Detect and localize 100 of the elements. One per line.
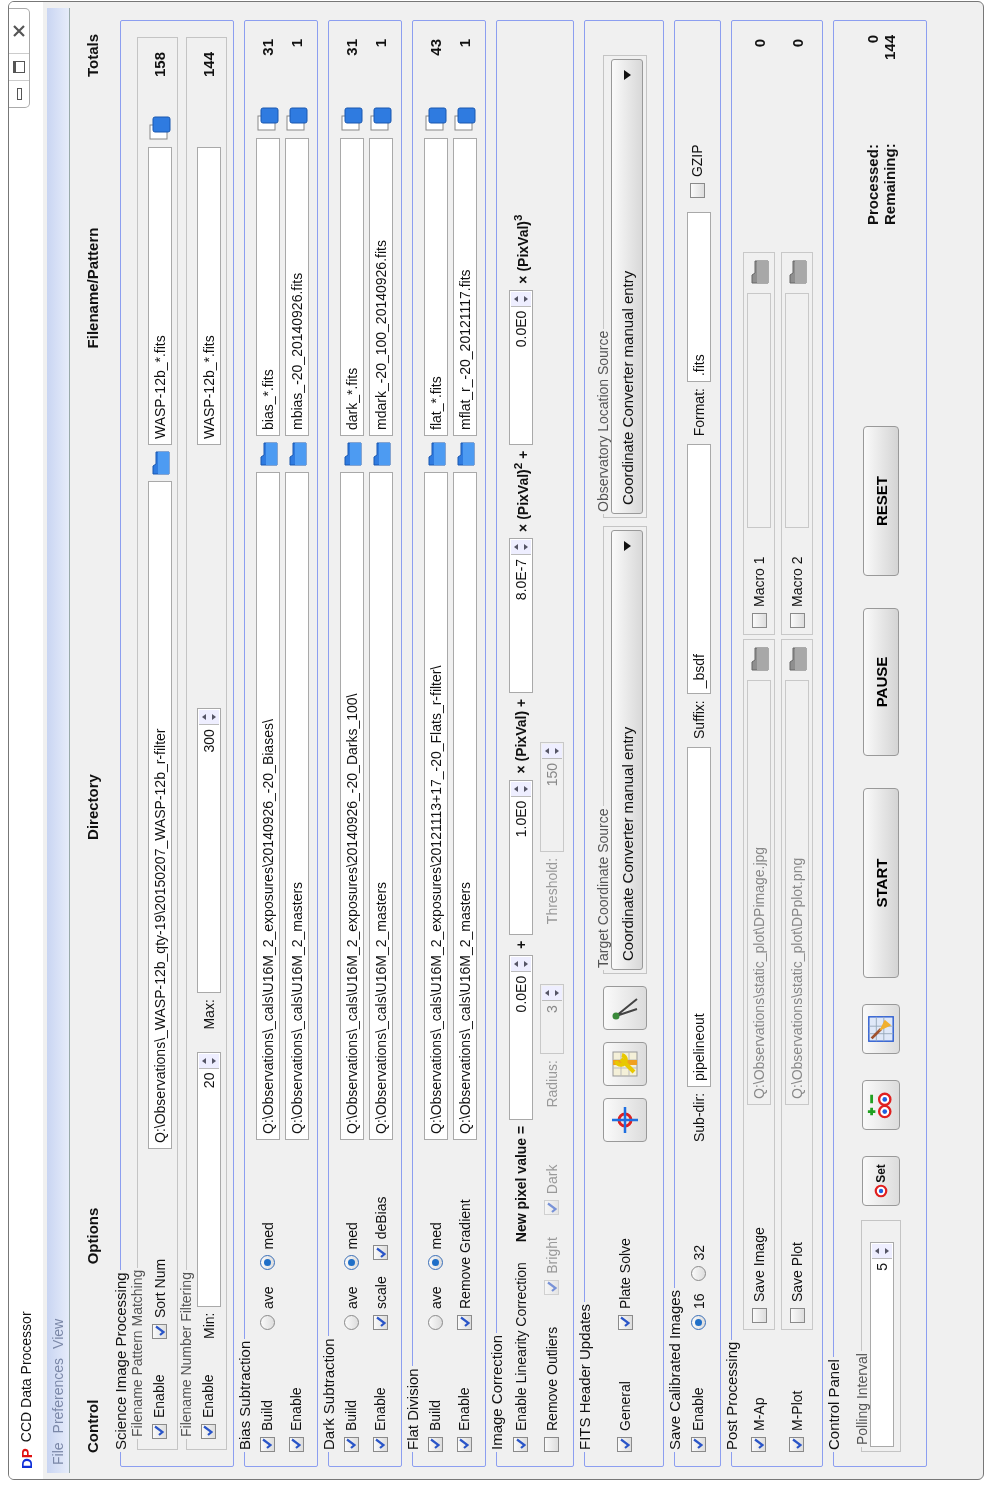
- text-field[interactable]: [785, 293, 809, 528]
- stat-value: 144: [881, 35, 898, 61]
- text-field[interactable]: Q:\Observations\_cals\U16M_2_exposures\20140926_-20_Biases\: [255, 472, 280, 1140]
- check-icon: [458, 1438, 470, 1451]
- checkbox[interactable]: M-Plot: [788, 1390, 805, 1452]
- action-button[interactable]: PAUSE: [863, 608, 899, 756]
- files-icon[interactable]: [423, 106, 448, 132]
- stat-label: Processed:: [864, 144, 881, 225]
- spinner-field[interactable]: 20: [196, 1051, 221, 1307]
- column-header: Filename/Pattern: [83, 226, 101, 351]
- dropdown[interactable]: Coordinate Converter manual entry: [611, 59, 643, 514]
- radio-button[interactable]: 32: [690, 1244, 707, 1282]
- checkbox[interactable]: Save Plot: [789, 1113, 805, 1323]
- text-field[interactable]: .fits: [686, 212, 711, 383]
- text-field[interactable]: Q:\Observations\_WASP-12b_qty-19\20150207_WASP-12b_r-filter: [147, 481, 172, 1149]
- checkbox[interactable]: M-Ap: [750, 1397, 767, 1452]
- section-title: Image Correction: [488, 1333, 505, 1452]
- text-field[interactable]: Q:\Observations\_cals\U16M_2_masters: [284, 472, 309, 1140]
- text-field[interactable]: mbias_-20_20140926.fits: [284, 138, 309, 436]
- group-title: Target Coordinate Source: [595, 807, 611, 970]
- check-icon: [374, 1316, 387, 1329]
- text-field[interactable]: WASP-12b_*.fits: [147, 147, 172, 445]
- text-field[interactable]: pipelineout: [686, 746, 711, 1087]
- files-icon[interactable]: [147, 115, 172, 141]
- tool-button[interactable]: [603, 986, 647, 1030]
- text-field[interactable]: _bsdf: [686, 444, 711, 695]
- checkbox[interactable]: Build: [259, 1399, 275, 1452]
- checkbox[interactable]: Sort Num: [151, 1258, 168, 1339]
- spinner-field[interactable]: 8.0E-7: [508, 537, 533, 693]
- radio-button[interactable]: ave: [343, 1286, 360, 1330]
- checkbox[interactable]: Enable: [456, 1387, 472, 1452]
- files-icon[interactable]: [452, 106, 477, 132]
- checkbox[interactable]: General: [616, 1381, 633, 1452]
- section-title: Dark Subtraction: [320, 1337, 337, 1452]
- total-count: 1: [372, 38, 389, 50]
- tool-button[interactable]: Set: [862, 1156, 900, 1206]
- field-label: Radius:: [543, 1060, 560, 1108]
- checkbox[interactable]: Enable: [151, 1374, 167, 1439]
- radio-button[interactable]: med: [343, 1222, 360, 1271]
- checkbox[interactable]: deBias: [372, 1196, 389, 1261]
- check-icon: [153, 1425, 165, 1438]
- checkbox[interactable]: Macro 1: [751, 536, 767, 628]
- column-header: Totals: [83, 34, 101, 80]
- check-icon: [345, 1438, 357, 1451]
- files-icon[interactable]: [368, 106, 393, 132]
- wrench-icon: [610, 1049, 640, 1079]
- checkbox[interactable]: Save Image: [751, 1113, 767, 1323]
- files-icon[interactable]: [255, 106, 280, 132]
- files-icon[interactable]: [339, 106, 364, 132]
- tool-button[interactable]: [862, 1080, 900, 1130]
- text-field[interactable]: mflat_r_-20_20121117.fits: [452, 138, 477, 436]
- check-icon: [374, 1246, 387, 1259]
- checkbox[interactable]: scale: [372, 1276, 389, 1330]
- checkbox[interactable]: GZIP: [689, 144, 706, 199]
- checkbox[interactable]: Build: [427, 1399, 443, 1452]
- formula-term: +: [512, 940, 529, 949]
- radio-button[interactable]: 16: [690, 1293, 707, 1330]
- spinner-field[interactable]: 0.0E0: [508, 289, 533, 445]
- checkbox[interactable]: Enable: [372, 1387, 388, 1452]
- checkbox[interactable]: Remove Gradient: [456, 1199, 473, 1330]
- checkbox[interactable]: Enable: [288, 1387, 304, 1452]
- stat-label: Remaining:: [881, 143, 898, 225]
- checkbox[interactable]: Plate Solve: [617, 1238, 633, 1330]
- radio-button[interactable]: med: [259, 1222, 276, 1271]
- spinner-field[interactable]: 1.0E0: [508, 779, 533, 935]
- text-field[interactable]: dark_*.fits: [339, 138, 364, 436]
- spinner-field[interactable]: 0.0E0: [508, 954, 533, 1120]
- section-title: Control Panel: [825, 1358, 842, 1452]
- checkbox[interactable]: Remove Outliers: [543, 1326, 560, 1452]
- check-icon: [153, 1325, 166, 1338]
- window-title: CCD Data Processor: [18, 1311, 34, 1443]
- text-field[interactable]: WASP-12b_*.fits: [196, 147, 221, 445]
- text-field[interactable]: bias_*.fits: [255, 138, 280, 436]
- text-field[interactable]: mdark_-20_100_20140926.fits: [368, 138, 393, 436]
- checkbox[interactable]: Enable: [690, 1387, 706, 1452]
- text-field[interactable]: Q:\Observations\_cals\U16M_2_masters: [368, 472, 393, 1140]
- checkbox[interactable]: Enable Linearity Correction: [512, 1262, 529, 1452]
- field-label: Suffix:: [690, 700, 707, 739]
- total-count: 144: [200, 51, 217, 80]
- radio-button[interactable]: ave: [427, 1286, 444, 1330]
- text-field[interactable]: flat_*.fits: [423, 138, 448, 436]
- files-icon[interactable]: [284, 106, 309, 132]
- text-field[interactable]: Q:\Observations\_cals\U16M_2_masters: [452, 472, 477, 1140]
- tool-button[interactable]: [603, 1098, 647, 1142]
- check-icon: [429, 1438, 441, 1451]
- dropdown[interactable]: Coordinate Converter manual entry: [611, 530, 643, 970]
- action-button[interactable]: START: [863, 788, 899, 978]
- checkbox[interactable]: Enable: [200, 1374, 216, 1439]
- radio-button[interactable]: med: [427, 1222, 444, 1271]
- check-icon: [692, 1438, 704, 1451]
- radio-button[interactable]: ave: [259, 1286, 276, 1330]
- spinner-field[interactable]: 5: [869, 1242, 894, 1447]
- text-field[interactable]: Q:\Observations\_cals\U16M_2_exposures\20121113+17_-20_Flats_r-filter\: [423, 472, 448, 1140]
- checkbox[interactable]: Macro 2: [789, 536, 805, 628]
- checkbox[interactable]: Build: [343, 1399, 359, 1452]
- spinner-field[interactable]: 300: [196, 708, 221, 994]
- text-field[interactable]: Q:\Observations\_cals\U16M_2_exposures\20140926_-20_Darks_100\: [339, 472, 364, 1140]
- action-button[interactable]: RESET: [863, 426, 899, 576]
- text-field[interactable]: [747, 293, 771, 528]
- tool-button[interactable]: [862, 1004, 900, 1054]
